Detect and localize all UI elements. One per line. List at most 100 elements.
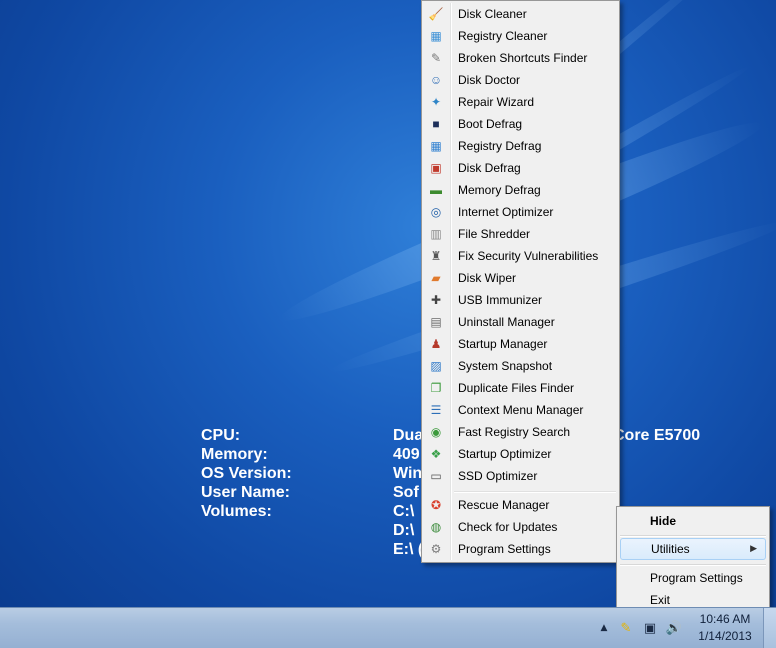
menu-item-registry-cleaner[interactable]: ▦ Registry Cleaner bbox=[425, 25, 616, 47]
registry-cleaner-icon: ▦ bbox=[430, 29, 442, 43]
eraser-icon: ▰ bbox=[431, 271, 441, 285]
volume-c: C:\ bbox=[393, 503, 415, 520]
tray-context-menu: Hide Utilities ▶ Program Settings Exit bbox=[616, 506, 770, 612]
cpu-value: Dua bbox=[393, 427, 424, 444]
network-icon[interactable]: ▣ bbox=[642, 620, 658, 636]
menu-item-memory-defrag[interactable]: ▬ Memory Defrag bbox=[425, 179, 616, 201]
usb-icon: ✚ bbox=[430, 293, 442, 307]
user-name-value: Sof bbox=[393, 484, 419, 501]
volume-icon[interactable]: 🔊 bbox=[666, 620, 682, 636]
menu-item-label: Check for Updates bbox=[458, 520, 558, 534]
menu-item-disk-defrag[interactable]: ▣ Disk Defrag bbox=[425, 157, 616, 179]
memory-value: 409 bbox=[393, 446, 420, 463]
menu-item-check-for-updates[interactable]: ◍ Check for Updates bbox=[425, 516, 616, 538]
menu-item-label: Duplicate Files Finder bbox=[458, 381, 575, 395]
menu-item-label: Startup Optimizer bbox=[458, 447, 552, 461]
clock[interactable]: 10:46 AM 1/14/2013 bbox=[692, 611, 758, 645]
menu-item-label: Registry Cleaner bbox=[458, 29, 548, 43]
shredder-icon: ▥ bbox=[430, 227, 442, 241]
app-tray-icon[interactable]: ✎ bbox=[618, 620, 634, 636]
taskbar: ▲ ✎ ▣ 🔊 10:46 AM 1/14/2013 bbox=[0, 607, 776, 648]
program-settings-label: Program Settings bbox=[650, 571, 743, 585]
registry-defrag-icon: ▦ bbox=[430, 139, 442, 153]
menu-item-duplicate-files-finder[interactable]: ❐ Duplicate Files Finder bbox=[425, 377, 616, 399]
menu-item-internet-optimizer[interactable]: ◎ Internet Optimizer bbox=[425, 201, 616, 223]
menu-item-label: Program Settings bbox=[458, 542, 551, 556]
menu-item-label: Disk Defrag bbox=[458, 161, 521, 175]
uninstall-icon: ▤ bbox=[430, 315, 442, 329]
menu-item-startup-manager[interactable]: ♟ Startup Manager bbox=[425, 333, 616, 355]
menu-item-file-shredder[interactable]: ▥ File Shredder bbox=[425, 223, 616, 245]
context-menu-icon: ☰ bbox=[430, 403, 442, 417]
globe-icon: ◎ bbox=[430, 205, 442, 219]
doctor-icon: ☺ bbox=[429, 73, 443, 87]
menu-item-disk-cleaner[interactable]: 🧹 Disk Cleaner bbox=[425, 3, 616, 25]
broom-icon: 🧹 bbox=[428, 7, 444, 21]
menu-item-label: Internet Optimizer bbox=[458, 205, 554, 219]
menu-item-label: Fast Registry Search bbox=[458, 425, 571, 439]
ssd-icon: ▭ bbox=[430, 469, 442, 483]
menu-item-disk-wiper[interactable]: ▰ Disk Wiper bbox=[425, 267, 616, 289]
clock-date: 1/14/2013 bbox=[698, 629, 752, 643]
menu-item-label: Context Menu Manager bbox=[458, 403, 584, 417]
show-desktop-button[interactable] bbox=[763, 608, 776, 648]
lifebuoy-icon: ✪ bbox=[430, 498, 442, 512]
menu-item-label: Boot Defrag bbox=[458, 117, 523, 131]
cpu-value-tail: Core E5700 bbox=[613, 427, 701, 444]
wizard-icon: ✦ bbox=[430, 95, 442, 109]
menu-item-label: Broken Shortcuts Finder bbox=[458, 51, 588, 65]
volume-d: D:\ bbox=[393, 522, 415, 539]
menu-item-fix-security-vulnerabilities[interactable]: ♜ Fix Security Vulnerabilities bbox=[425, 245, 616, 267]
gear-icon: ⚙ bbox=[430, 542, 442, 556]
menu-item-usb-immunizer[interactable]: ✚ USB Immunizer bbox=[425, 289, 616, 311]
utilities-menu-item[interactable]: Utilities ▶ bbox=[620, 538, 766, 560]
show-hidden-icon[interactable]: ▲ bbox=[596, 620, 612, 636]
utilities-label: Utilities bbox=[651, 542, 690, 556]
menu-item-registry-defrag[interactable]: ▦ Registry Defrag bbox=[425, 135, 616, 157]
menu-item-startup-optimizer[interactable]: ❖ Startup Optimizer bbox=[425, 443, 616, 465]
menu-item-label: Rescue Manager bbox=[458, 498, 550, 512]
program-settings-menu-item[interactable]: Program Settings bbox=[620, 567, 766, 589]
clock-time: 10:46 AM bbox=[699, 612, 751, 626]
menu-item-boot-defrag[interactable]: ■ Boot Defrag bbox=[425, 113, 616, 135]
menu-item-ssd-optimizer[interactable]: ▭ SSD Optimizer bbox=[425, 465, 616, 487]
disk-defrag-icon: ▣ bbox=[430, 161, 442, 175]
menu-item-broken-shortcuts-finder[interactable]: ✎ Broken Shortcuts Finder bbox=[425, 47, 616, 69]
security-icon: ♜ bbox=[430, 249, 442, 263]
menu-item-label: Disk Cleaner bbox=[458, 7, 527, 21]
menu-item-label: Uninstall Manager bbox=[458, 315, 555, 329]
menu-item-label: Startup Manager bbox=[458, 337, 548, 351]
menu-item-uninstall-manager[interactable]: ▤ Uninstall Manager bbox=[425, 311, 616, 333]
menu-item-fast-registry-search[interactable]: ◉ Fast Registry Search bbox=[425, 421, 616, 443]
menu-item-disk-doctor[interactable]: ☺ Disk Doctor bbox=[425, 69, 616, 91]
menu-item-label: System Snapshot bbox=[458, 359, 553, 373]
submenu-arrow-icon: ▶ bbox=[750, 543, 757, 553]
hide-menu-item[interactable]: Hide bbox=[620, 510, 766, 532]
volume-e: E:\ ( bbox=[393, 541, 424, 558]
menu-item-label: Disk Doctor bbox=[458, 73, 521, 87]
menu-item-repair-wizard[interactable]: ✦ Repair Wizard bbox=[425, 91, 616, 113]
snapshot-icon: ▨ bbox=[430, 359, 442, 373]
shortcut-icon: ✎ bbox=[430, 51, 442, 65]
user-name-label: User Name: bbox=[201, 484, 290, 501]
menu-separator bbox=[620, 564, 766, 566]
registry-search-icon: ◉ bbox=[430, 425, 442, 439]
update-globe-icon: ◍ bbox=[430, 520, 442, 534]
memory-label: Memory: bbox=[201, 446, 268, 463]
menu-item-rescue-manager[interactable]: ✪ Rescue Manager bbox=[425, 494, 616, 516]
startup-icon: ♟ bbox=[430, 337, 442, 351]
exit-label: Exit bbox=[650, 593, 671, 607]
menu-item-label: Memory Defrag bbox=[458, 183, 541, 197]
volumes-label: Volumes: bbox=[201, 503, 272, 520]
menu-item-context-menu-manager[interactable]: ☰ Context Menu Manager bbox=[425, 399, 616, 421]
hide-label: Hide bbox=[650, 514, 677, 528]
menu-item-program-settings[interactable]: ⚙ Program Settings bbox=[425, 538, 616, 560]
menu-separator bbox=[620, 535, 766, 537]
menu-item-system-snapshot[interactable]: ▨ System Snapshot bbox=[425, 355, 616, 377]
os-version-label: OS Version: bbox=[201, 465, 292, 482]
utilities-submenu: 🧹 Disk Cleaner ▦ Registry Cleaner ✎ Broken Sh… bbox=[421, 0, 620, 563]
menu-item-label: SSD Optimizer bbox=[458, 469, 538, 483]
menu-item-label: USB Immunizer bbox=[458, 293, 543, 307]
duplicate-icon: ❐ bbox=[430, 381, 442, 395]
menu-item-label: Repair Wizard bbox=[458, 95, 535, 109]
